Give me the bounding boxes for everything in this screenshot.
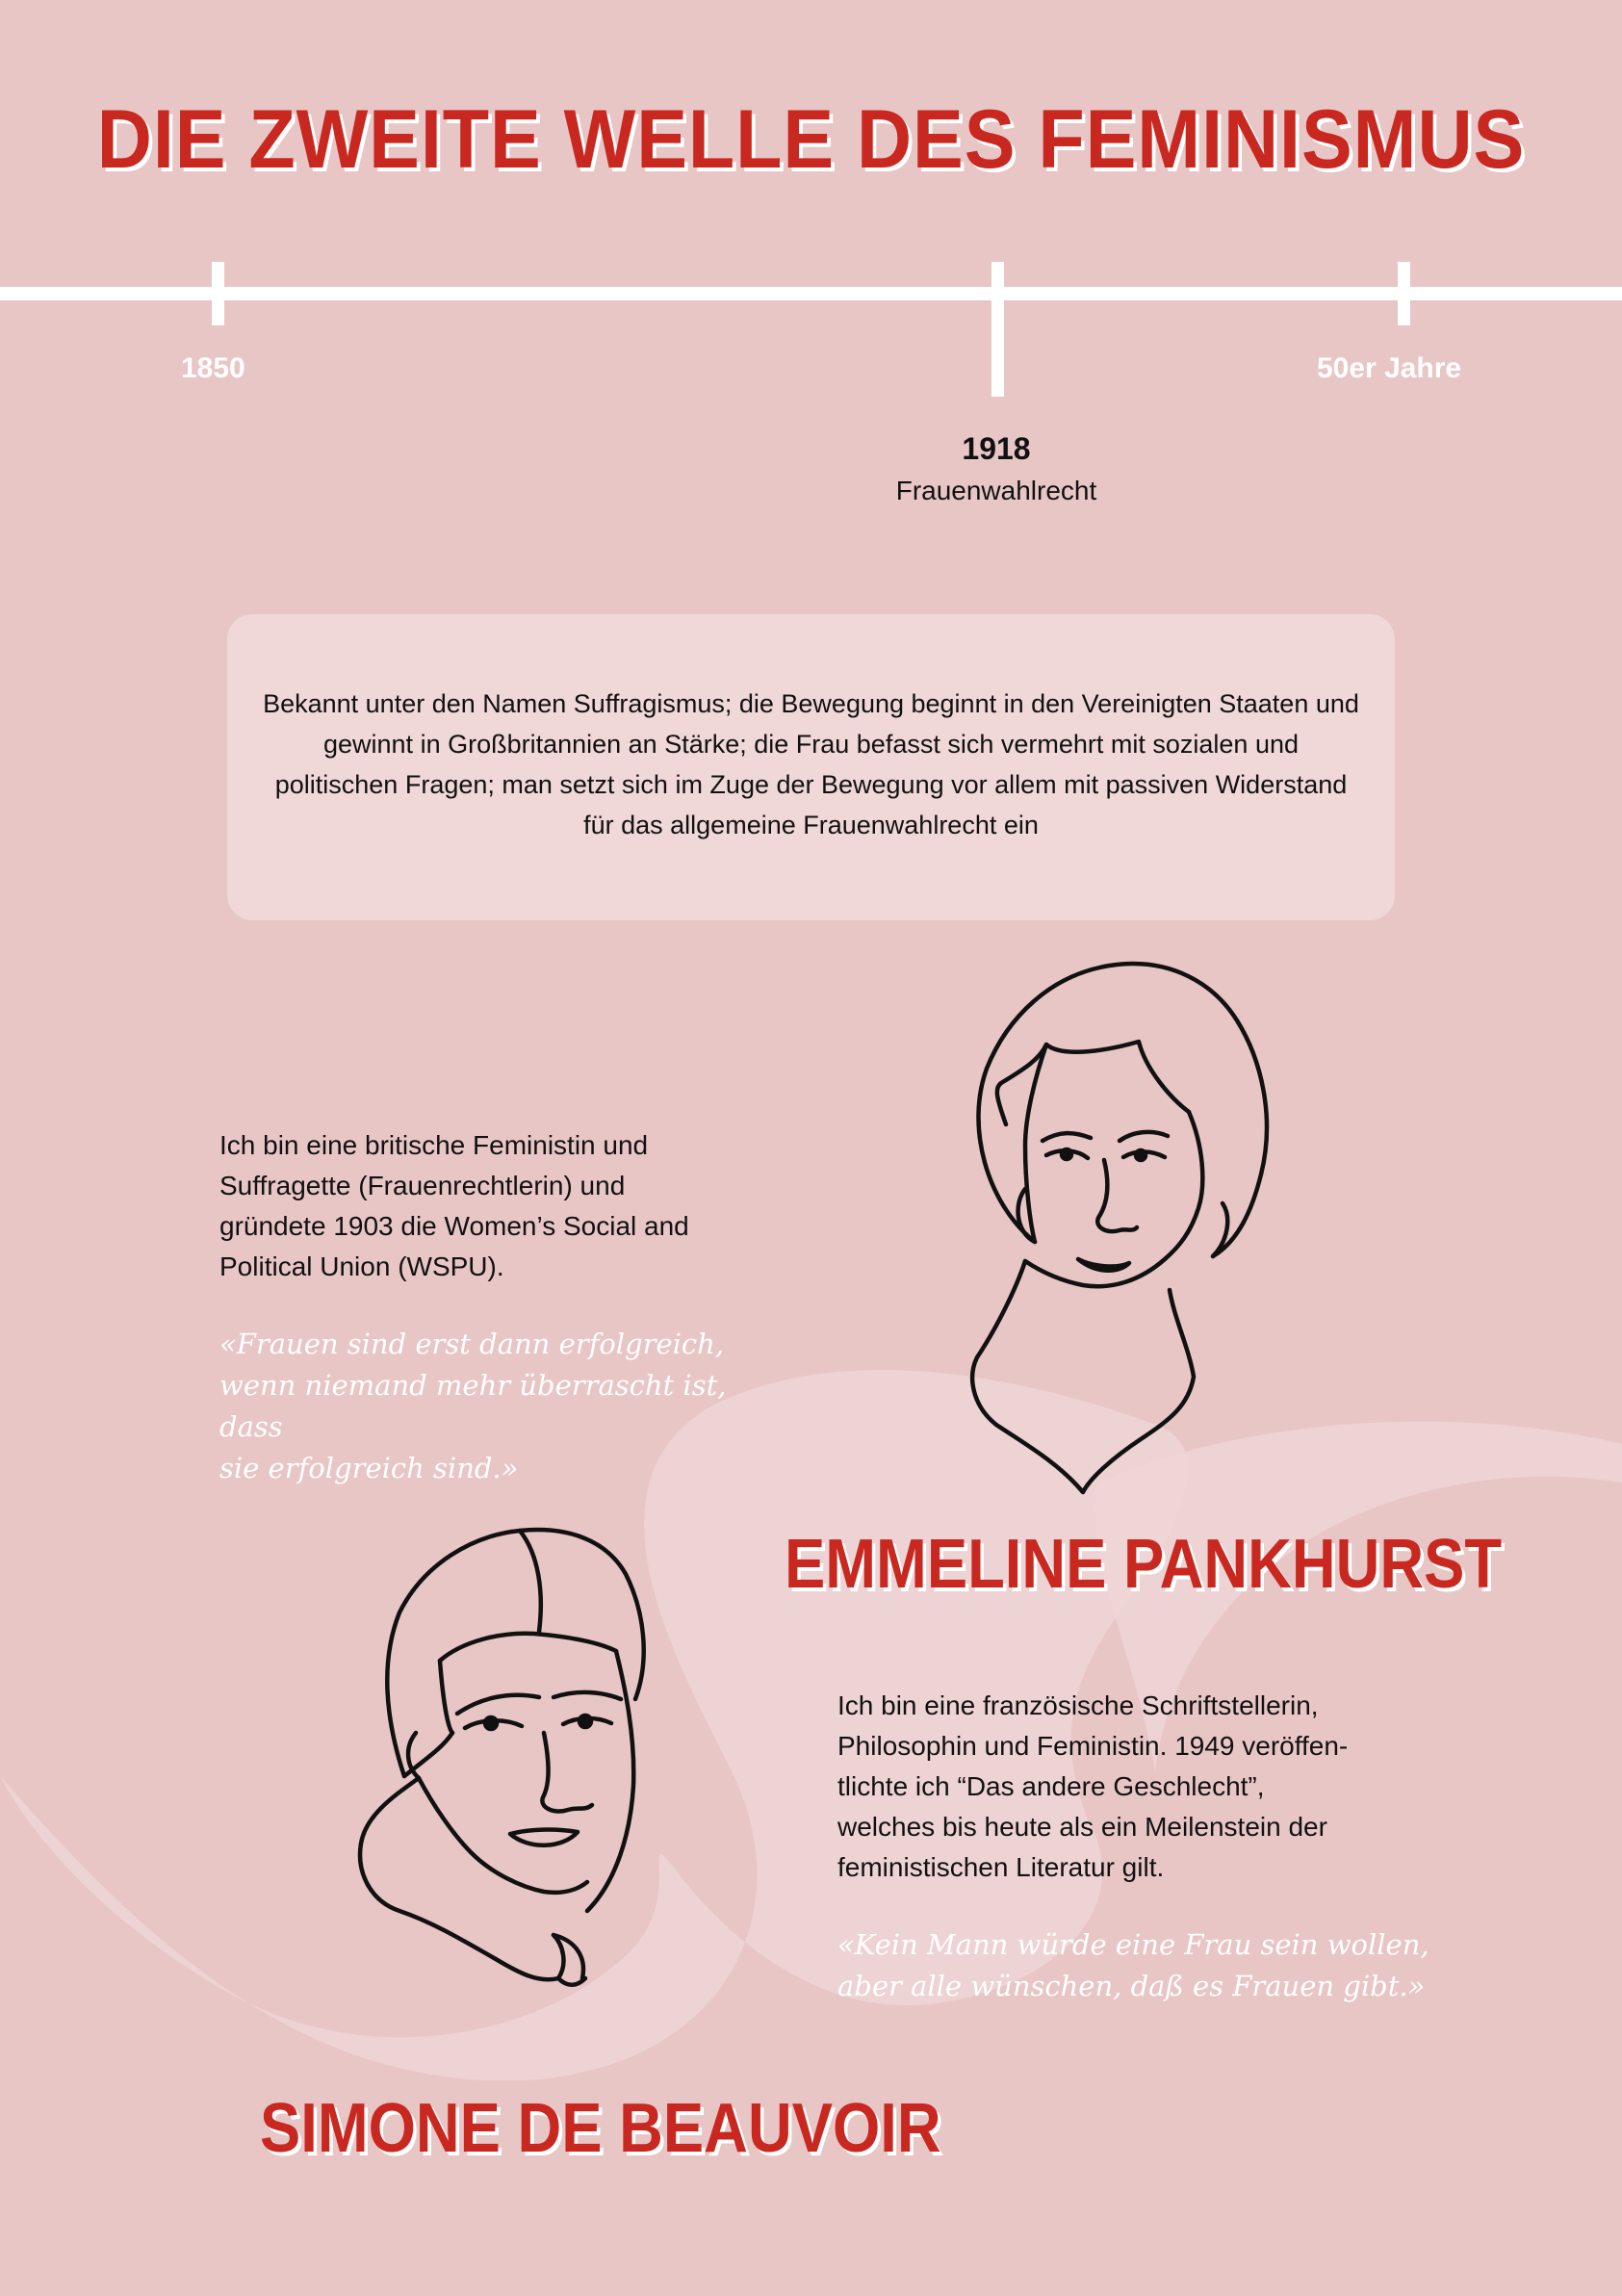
pankhurst-quote-line: «Frauen sind erst dann erfolgreich, [219, 1328, 725, 1360]
timeline-tick-event [991, 262, 1004, 397]
beauvoir-bio-line: welches bis heute als ein Meilenstein de… [837, 1812, 1327, 1842]
beauvoir-bio: Ich bin eine französische Schriftsteller… [837, 1686, 1434, 1888]
timeline-line [0, 287, 1622, 300]
pankhurst-name: EMMELINE PANKHURST [785, 1526, 1503, 1603]
timeline-tick-start [212, 262, 224, 325]
timeline-start-label: 1850 [181, 352, 245, 384]
pankhurst-bio-line: Suffragette (Frauenrechtlerin) und [219, 1171, 626, 1200]
timeline-event-label: Frauenwahlrecht [895, 476, 1097, 505]
timeline-tick-end [1398, 262, 1410, 325]
beauvoir-name: SIMONE DE BEAUVOIR [260, 2090, 941, 2167]
beauvoir-quote-line: aber alle wünschen, daß es Frauen gibt.» [837, 1970, 1426, 2002]
beauvoir-quote-line: «Kein Mann würde eine Frau sein wollen, [837, 1928, 1429, 1961]
timeline-event-year: 1918 [962, 431, 1031, 466]
pankhurst-quote: «Frauen sind erst dann erfolgreich, wenn… [219, 1324, 797, 1489]
timeline-end-label: 50er Jahre [1317, 352, 1462, 384]
beauvoir-portrait [357, 1527, 646, 1987]
pankhurst-quote-line: sie erfolgreich sind.» [219, 1452, 519, 1484]
pankhurst-bio: Ich bin eine britische Feministin und Su… [219, 1125, 759, 1287]
pankhurst-bio-line: Ich bin eine britische Feministin und [219, 1130, 649, 1160]
pankhurst-bio-line: gründete 1903 die Women’s Social and [219, 1211, 689, 1241]
pankhurst-quote-line: wenn niemand mehr überrascht ist, dass [219, 1369, 727, 1443]
beauvoir-quote: «Kein Mann würde eine Frau sein wollen, … [837, 1924, 1454, 2007]
page-title: DIE ZWEITE WELLE DES FEMINISMUS [96, 93, 1526, 186]
beauvoir-bio-line: Philosophin und Feministin. 1949 veröffe… [837, 1731, 1349, 1761]
beauvoir-bio-line: Ich bin eine französische Schriftsteller… [837, 1690, 1319, 1720]
intro-text: Bekannt unter den Namen Suffragismus; di… [263, 689, 1359, 839]
beauvoir-bio-line: tlichte ich “Das andere Geschlecht”, [837, 1771, 1265, 1801]
pankhurst-portrait [969, 961, 1270, 1495]
beauvoir-bio-line: feministischen Literatur gilt. [837, 1852, 1165, 1882]
pankhurst-bio-line: Political Union (WSPU). [219, 1251, 504, 1281]
